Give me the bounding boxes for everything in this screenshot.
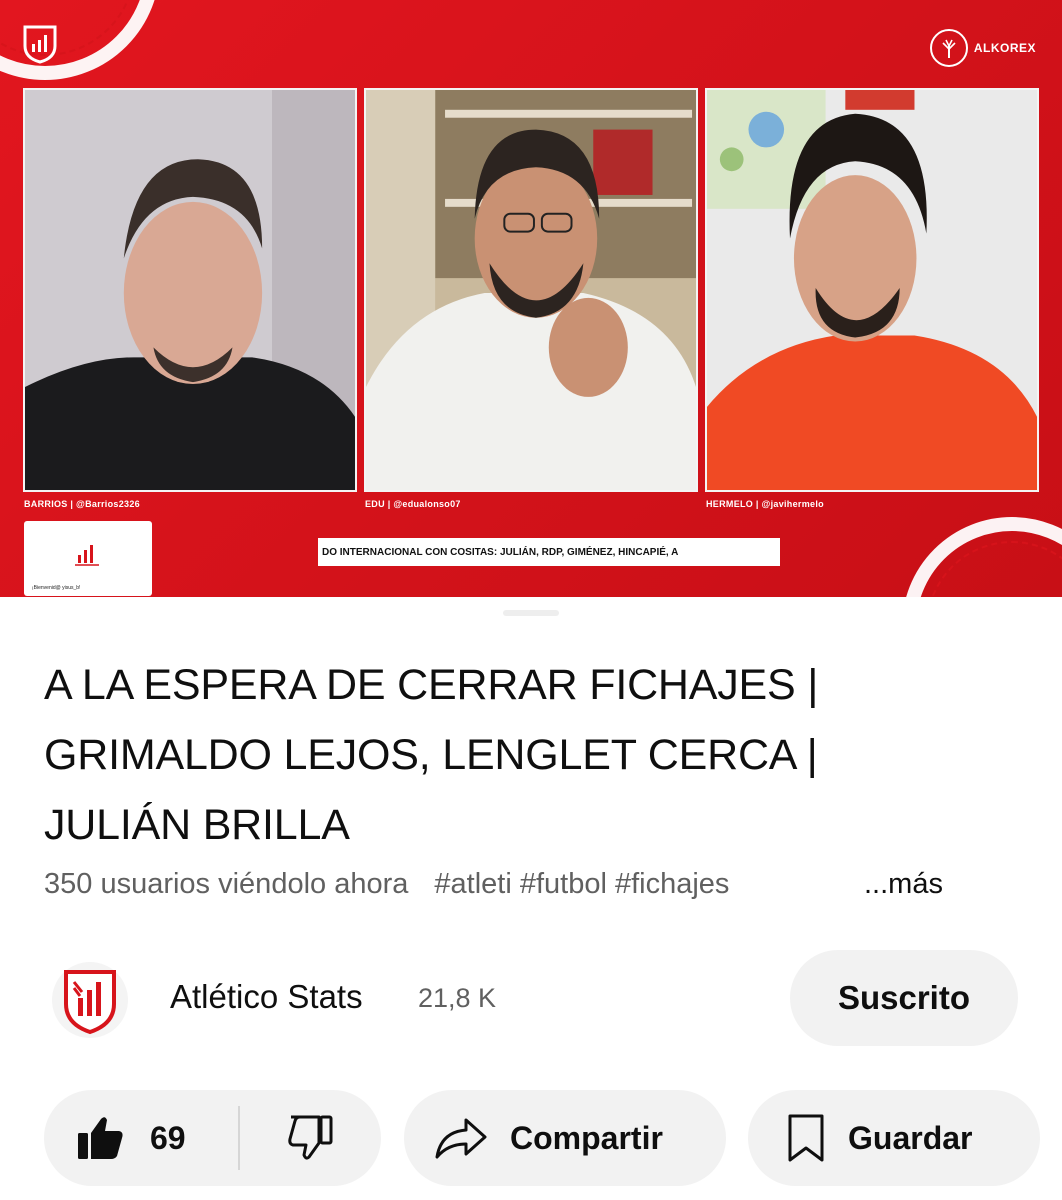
channel-avatar[interactable]	[52, 958, 128, 1042]
welcome-card: ¡Bienvenid@ yisus_b!	[24, 521, 152, 596]
share-button[interactable]: Compartir	[404, 1090, 726, 1186]
welcome-text: ¡Bienvenid@ yisus_b!	[32, 585, 81, 591]
thumbs-down-icon	[287, 1115, 335, 1161]
share-label: Compartir	[510, 1119, 663, 1156]
webcam-feed-edu	[364, 88, 698, 492]
video-title-line-3: JULIÁN BRILLA	[44, 801, 350, 849]
cam-label-hermelo: HERMELO | @javihermelo	[706, 499, 824, 509]
video-meta-row[interactable]: 350 usuarios viéndolo ahora #atleti #fut…	[44, 864, 1024, 904]
thumbs-up-icon	[76, 1115, 124, 1161]
like-dislike-pill: 69	[44, 1090, 381, 1186]
like-button[interactable]: 69	[44, 1090, 238, 1186]
video-player[interactable]: ALKOREX BARRIOS | @Barrios2326 EDU | @ed…	[0, 0, 1062, 597]
hashtags[interactable]: #atleti #futbol #fichajes	[434, 868, 784, 901]
bookmark-icon	[786, 1113, 826, 1163]
atletico-stats-logo-icon	[23, 25, 57, 64]
webcam-feed-hermelo	[705, 88, 1039, 492]
share-arrow-icon	[434, 1116, 488, 1160]
live-viewers-count: 350 usuarios viéndolo ahora	[44, 867, 409, 900]
sponsor-name: ALKOREX	[973, 41, 1036, 55]
tree-icon	[929, 29, 968, 67]
like-count: 69	[150, 1119, 186, 1156]
atletico-stats-mini-logo-icon	[75, 545, 99, 566]
more-description-link[interactable]: ...más	[864, 868, 943, 901]
webcam-feed-barrios	[23, 88, 357, 492]
sponsor-logo: ALKOREX	[929, 28, 1036, 68]
video-title[interactable]: A LA ESPERA DE CERRAR FICHAJES | GRIMALD…	[44, 650, 944, 860]
cam-label-edu: EDU | @edualonso07	[365, 499, 461, 509]
video-title-line-2: GRIMALDO LEJOS, LENGLET CERCA |	[44, 731, 818, 779]
news-ticker: DO INTERNACIONAL CON COSITAS: JULIÁN, RD…	[318, 538, 780, 566]
cam-label-barrios: BARRIOS | @Barrios2326	[24, 499, 140, 509]
channel-row: Atlético Stats 21,8 K Suscrito	[44, 950, 1019, 1050]
video-title-line-1: A LA ESPERA DE CERRAR FICHAJES |	[44, 661, 819, 709]
dislike-button[interactable]	[240, 1090, 381, 1186]
save-button[interactable]: Guardar	[748, 1090, 1040, 1186]
channel-name[interactable]: Atlético Stats	[170, 978, 363, 1016]
save-label: Guardar	[848, 1119, 973, 1156]
action-bar: 69 Compartir Guardar	[44, 1090, 1040, 1186]
subscribed-button[interactable]: Suscrito	[790, 950, 1018, 1046]
subscriber-count: 21,8 K	[418, 983, 497, 1013]
drag-handle[interactable]	[503, 610, 559, 616]
